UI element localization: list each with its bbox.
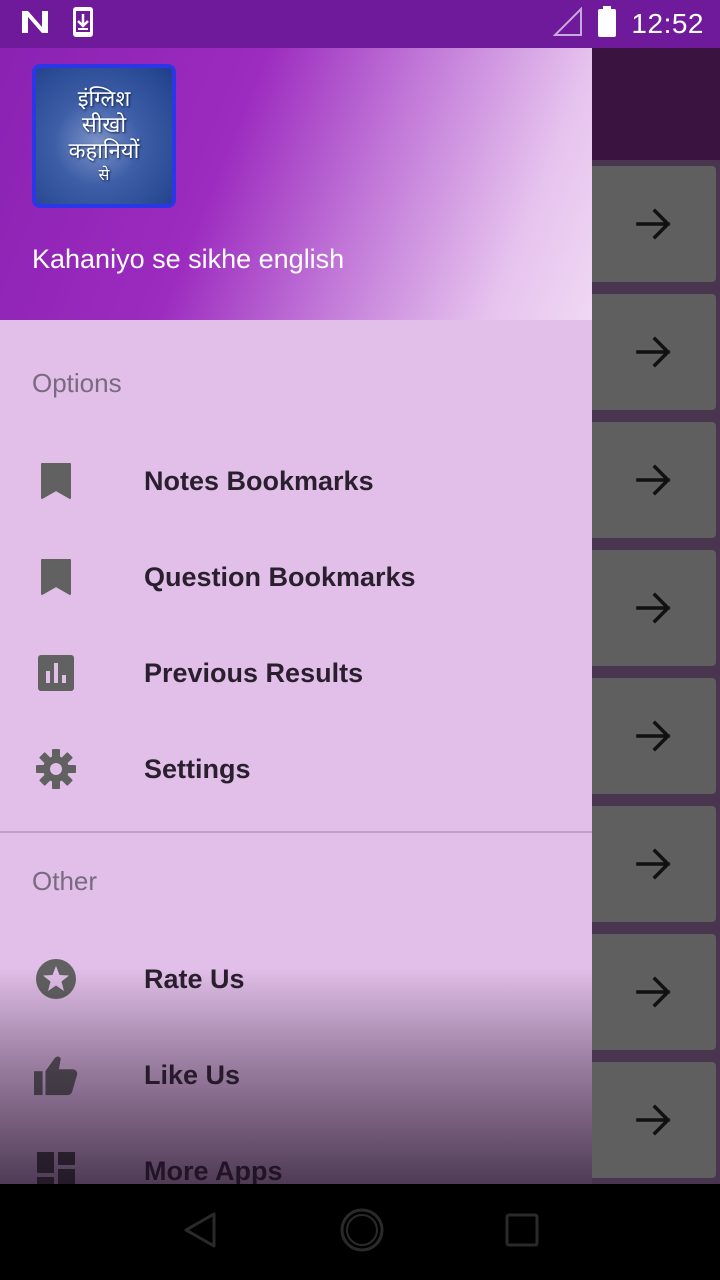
section-label-other: Other — [32, 866, 98, 896]
arrow-right-icon — [636, 336, 672, 368]
dashboard-icon — [34, 1149, 78, 1184]
notification-n-icon — [20, 9, 50, 40]
arrow-right-icon — [636, 720, 672, 752]
bookmark-icon — [34, 459, 78, 503]
arrow-right-icon — [636, 848, 672, 880]
battery-icon — [597, 5, 617, 43]
navigation-drawer: इंग्लिश सीखो कहानियों से Kahaniyo se sik… — [0, 48, 592, 1184]
arrow-right-icon — [636, 208, 672, 240]
menu-item-question-bookmarks[interactable]: Question Bookmarks — [0, 529, 592, 625]
system-navigation-bar — [0, 1184, 720, 1280]
arrow-right-icon — [636, 464, 672, 496]
signal-icon — [553, 6, 583, 42]
menu-item-label: Like Us — [144, 1059, 241, 1090]
clock: 12:52 — [631, 8, 704, 39]
logo-text-line: इंग्लिश — [77, 87, 131, 112]
bookmark-icon — [34, 555, 78, 599]
recents-icon[interactable] — [504, 1212, 540, 1253]
section-label-options: Options — [32, 368, 122, 398]
menu-item-label: More Apps — [144, 1155, 283, 1185]
section-divider — [0, 831, 592, 833]
gear-icon — [34, 747, 78, 791]
bar-chart-icon — [34, 651, 78, 695]
menu-item-rate-us[interactable]: Rate Us — [0, 931, 592, 1027]
menu-item-like-us[interactable]: Like Us — [0, 1027, 592, 1123]
thumbs-up-icon — [34, 1053, 78, 1097]
menu-item-label: Question Bookmarks — [144, 561, 416, 592]
menu-item-notes-bookmarks[interactable]: Notes Bookmarks — [0, 433, 592, 529]
star-circle-icon — [34, 957, 78, 1001]
drawer-title: Kahaniyo se sikhe english — [32, 244, 345, 274]
menu-item-label: Settings — [144, 753, 251, 784]
menu-item-previous-results[interactable]: Previous Results — [0, 625, 592, 721]
logo-text-line: सीखो — [81, 113, 127, 138]
arrow-right-icon — [636, 592, 672, 624]
back-icon[interactable] — [180, 1210, 220, 1255]
logo-text-line: से — [98, 165, 110, 184]
arrow-right-icon — [636, 976, 672, 1008]
menu-item-label: Rate Us — [144, 963, 245, 994]
home-icon[interactable] — [339, 1207, 385, 1258]
download-icon — [72, 6, 94, 43]
menu-item-more-apps[interactable]: More Apps — [0, 1123, 592, 1184]
menu-item-label: Previous Results — [144, 657, 364, 688]
menu-item-settings[interactable]: Settings — [0, 721, 592, 817]
status-bar: 12:52 — [0, 0, 720, 48]
logo-text-line: कहानियों — [68, 139, 140, 164]
app-logo: इंग्लिश सीखो कहानियों से — [32, 64, 176, 208]
arrow-right-icon — [636, 1104, 672, 1136]
drawer-header: इंग्लिश सीखो कहानियों से Kahaniyo se sik… — [0, 48, 592, 320]
menu-item-label: Notes Bookmarks — [144, 465, 374, 496]
